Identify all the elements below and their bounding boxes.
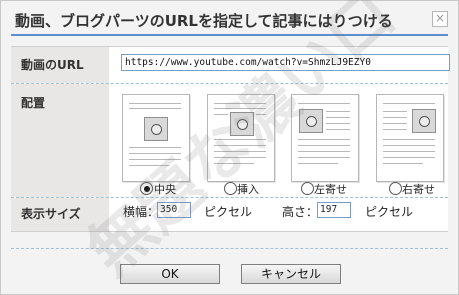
layout-right-label: 右寄せ xyxy=(402,183,435,196)
url-row-label: 動画のURL xyxy=(11,47,109,83)
cancel-button[interactable]: キャンセル xyxy=(241,264,341,284)
footer-divider xyxy=(11,248,448,249)
layout-right-radio[interactable] xyxy=(389,182,402,195)
height-input[interactable]: 197 xyxy=(317,202,351,218)
layout-left-label: 左寄せ xyxy=(314,183,347,196)
width-input[interactable]: 350 xyxy=(157,202,191,218)
width-unit: ピクセル xyxy=(204,205,253,219)
image-icon xyxy=(230,112,254,136)
layout-insert-preview xyxy=(207,94,275,182)
embed-dialog: 動画、ブログパーツのURLを指定して記事にはりつける × 動画のURL http… xyxy=(0,0,459,295)
layout-row-label: 配置 xyxy=(11,84,109,197)
layout-left-preview xyxy=(291,94,359,182)
layout-insert-radio[interactable] xyxy=(224,182,237,195)
image-icon xyxy=(299,109,323,133)
ok-button[interactable]: OK xyxy=(120,264,220,284)
layout-insert-label: 挿入 xyxy=(237,183,259,196)
layout-right-preview xyxy=(376,94,444,182)
close-icon[interactable]: × xyxy=(432,11,448,27)
height-label: 高さ： xyxy=(282,205,319,219)
layout-center-radio[interactable] xyxy=(140,182,153,195)
image-icon xyxy=(144,117,168,141)
layout-center-preview xyxy=(122,94,190,182)
layout-options: 中央 挿入 左寄せ 右寄せ xyxy=(119,89,444,199)
width-label: 横幅： xyxy=(123,205,160,219)
url-input[interactable]: https://www.youtube.com/watch?v=ShmzLJ9E… xyxy=(121,54,450,71)
height-unit: ピクセル xyxy=(365,205,414,219)
layout-left-radio[interactable] xyxy=(301,182,314,195)
title-divider xyxy=(11,34,448,36)
layout-center-label: 中央 xyxy=(154,183,176,196)
image-icon xyxy=(412,109,436,133)
size-row-label: 表示サイズ xyxy=(11,198,109,231)
dialog-title: 動画、ブログパーツのURLを指定して記事にはりつける xyxy=(15,12,393,30)
